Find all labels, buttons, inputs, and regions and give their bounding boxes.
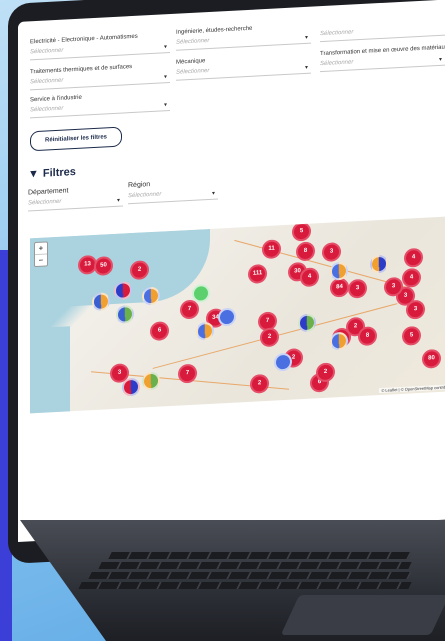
cluster-marker[interactable]: 2 — [260, 327, 279, 348]
select-placeholder: Sélectionner — [28, 198, 62, 207]
chevron-down-icon: ▼ — [163, 74, 168, 81]
trackpad — [280, 595, 445, 635]
select-placeholder: Sélectionner — [30, 105, 64, 114]
cluster-marker[interactable]: 7 — [180, 299, 199, 320]
pie-cluster-marker[interactable] — [142, 371, 160, 391]
select-placeholder: Sélectionner — [176, 67, 210, 76]
filter-select-traitements[interactable]: Sélectionner ▼ — [30, 72, 170, 91]
filter-select-service[interactable]: Sélectionner ▼ — [30, 100, 170, 119]
filter-select-extra[interactable]: Sélectionner — [320, 24, 445, 43]
departement-select[interactable]: Sélectionner ▼ — [28, 195, 123, 212]
keyboard-row — [88, 572, 412, 579]
keyboard-row — [78, 582, 412, 589]
select-placeholder: Sélectionner — [30, 47, 64, 56]
cluster-marker[interactable]: 8 — [358, 326, 377, 347]
select-placeholder: Sélectionner — [128, 191, 162, 200]
chevron-down-icon: ▼ — [211, 190, 216, 197]
filter-label-ingenierie: Ingénierie, études-recherche — [176, 25, 253, 36]
pie-cluster-marker[interactable] — [218, 307, 236, 327]
filter-label-traitements: Traitements thermiques et de surfaces — [30, 64, 133, 76]
chevron-down-icon: ▼ — [116, 197, 121, 204]
region-select[interactable]: Sélectionner ▼ — [128, 188, 218, 205]
map[interactable]: + − 135027511833011148434346347229858033… — [30, 215, 445, 414]
pie-cluster-marker[interactable] — [370, 254, 388, 274]
pie-cluster-marker[interactable] — [330, 261, 348, 281]
filters-heading-text: Filtres — [42, 165, 76, 180]
filter-select-ingenierie[interactable]: Sélectionner ▼ — [176, 32, 311, 51]
chevron-down-icon: ▼ — [304, 64, 309, 72]
keyboard-row — [108, 552, 412, 559]
pie-cluster-marker[interactable] — [298, 313, 316, 333]
chevron-down-icon: ▼ — [304, 34, 309, 42]
cluster-marker[interactable]: 4 — [404, 247, 423, 268]
laptop: Electricité - Electronique - Automatisme… — [0, 0, 445, 641]
filter-label-mecanique: Mécanique — [176, 58, 206, 66]
pie-cluster-marker[interactable] — [116, 304, 134, 324]
cluster-marker[interactable]: 111 — [248, 263, 267, 284]
zoom-in-button[interactable]: + — [35, 242, 47, 256]
pie-cluster-marker[interactable] — [330, 331, 348, 351]
select-placeholder: Sélectionner — [176, 37, 210, 46]
filter-select-transformation[interactable]: Sélectionner ▼ — [320, 54, 445, 73]
cluster-marker[interactable]: 4 — [300, 267, 319, 288]
reset-filters-button[interactable]: Réinitialiser les filtres — [30, 126, 122, 152]
cluster-marker[interactable]: 6 — [150, 321, 169, 342]
filter-select-electricite[interactable]: Sélectionner ▼ — [30, 42, 170, 61]
cluster-marker[interactable]: 4 — [402, 267, 421, 288]
map-attribution[interactable]: © Leaflet | © OpenStreetMap contributors — [379, 383, 445, 394]
filter-select-mecanique[interactable]: Sélectionner ▼ — [176, 62, 311, 81]
cluster-marker[interactable]: 2 — [250, 373, 269, 394]
pie-cluster-marker[interactable] — [92, 292, 110, 312]
pie-cluster-marker[interactable] — [142, 286, 160, 306]
filter-icon: ▼ — [28, 167, 39, 181]
cluster-marker[interactable]: 5 — [402, 325, 421, 346]
filters-heading: ▼ Filtres — [28, 166, 76, 181]
chevron-down-icon: ▼ — [438, 56, 443, 63]
chevron-down-icon: ▼ — [163, 102, 168, 109]
cluster-marker[interactable]: 84 — [330, 277, 349, 298]
screen: Electricité - Electronique - Automatisme… — [18, 0, 445, 542]
cluster-marker[interactable]: 11 — [262, 239, 281, 260]
sea-area — [30, 326, 70, 414]
chevron-down-icon: ▼ — [163, 44, 168, 51]
select-placeholder: Sélectionner — [320, 59, 354, 68]
departement-label: Département — [28, 187, 69, 197]
select-placeholder: Sélectionner — [320, 29, 354, 38]
cluster-marker[interactable]: 80 — [422, 348, 441, 369]
pie-cluster-marker[interactable] — [122, 377, 140, 397]
cluster-marker[interactable]: 3 — [406, 299, 425, 320]
cluster-marker[interactable]: 3 — [322, 242, 341, 263]
select-placeholder: Sélectionner — [30, 77, 64, 86]
region-label: Région — [128, 181, 151, 190]
filter-label-service: Service à l'industrie — [30, 94, 82, 104]
cluster-marker[interactable]: 5 — [292, 221, 311, 242]
cluster-marker[interactable]: 4 — [226, 403, 245, 414]
cluster-marker[interactable]: 8 — [296, 241, 315, 262]
zoom-out-button[interactable]: − — [35, 254, 47, 266]
cluster-marker[interactable]: 3 — [348, 278, 367, 299]
zoom-control: + − — [34, 241, 48, 268]
pie-cluster-marker[interactable] — [274, 352, 292, 372]
pie-cluster-marker[interactable] — [192, 283, 210, 303]
cluster-marker[interactable]: 2 — [316, 362, 335, 383]
keyboard-row — [98, 562, 412, 569]
pie-cluster-marker[interactable] — [196, 321, 214, 341]
